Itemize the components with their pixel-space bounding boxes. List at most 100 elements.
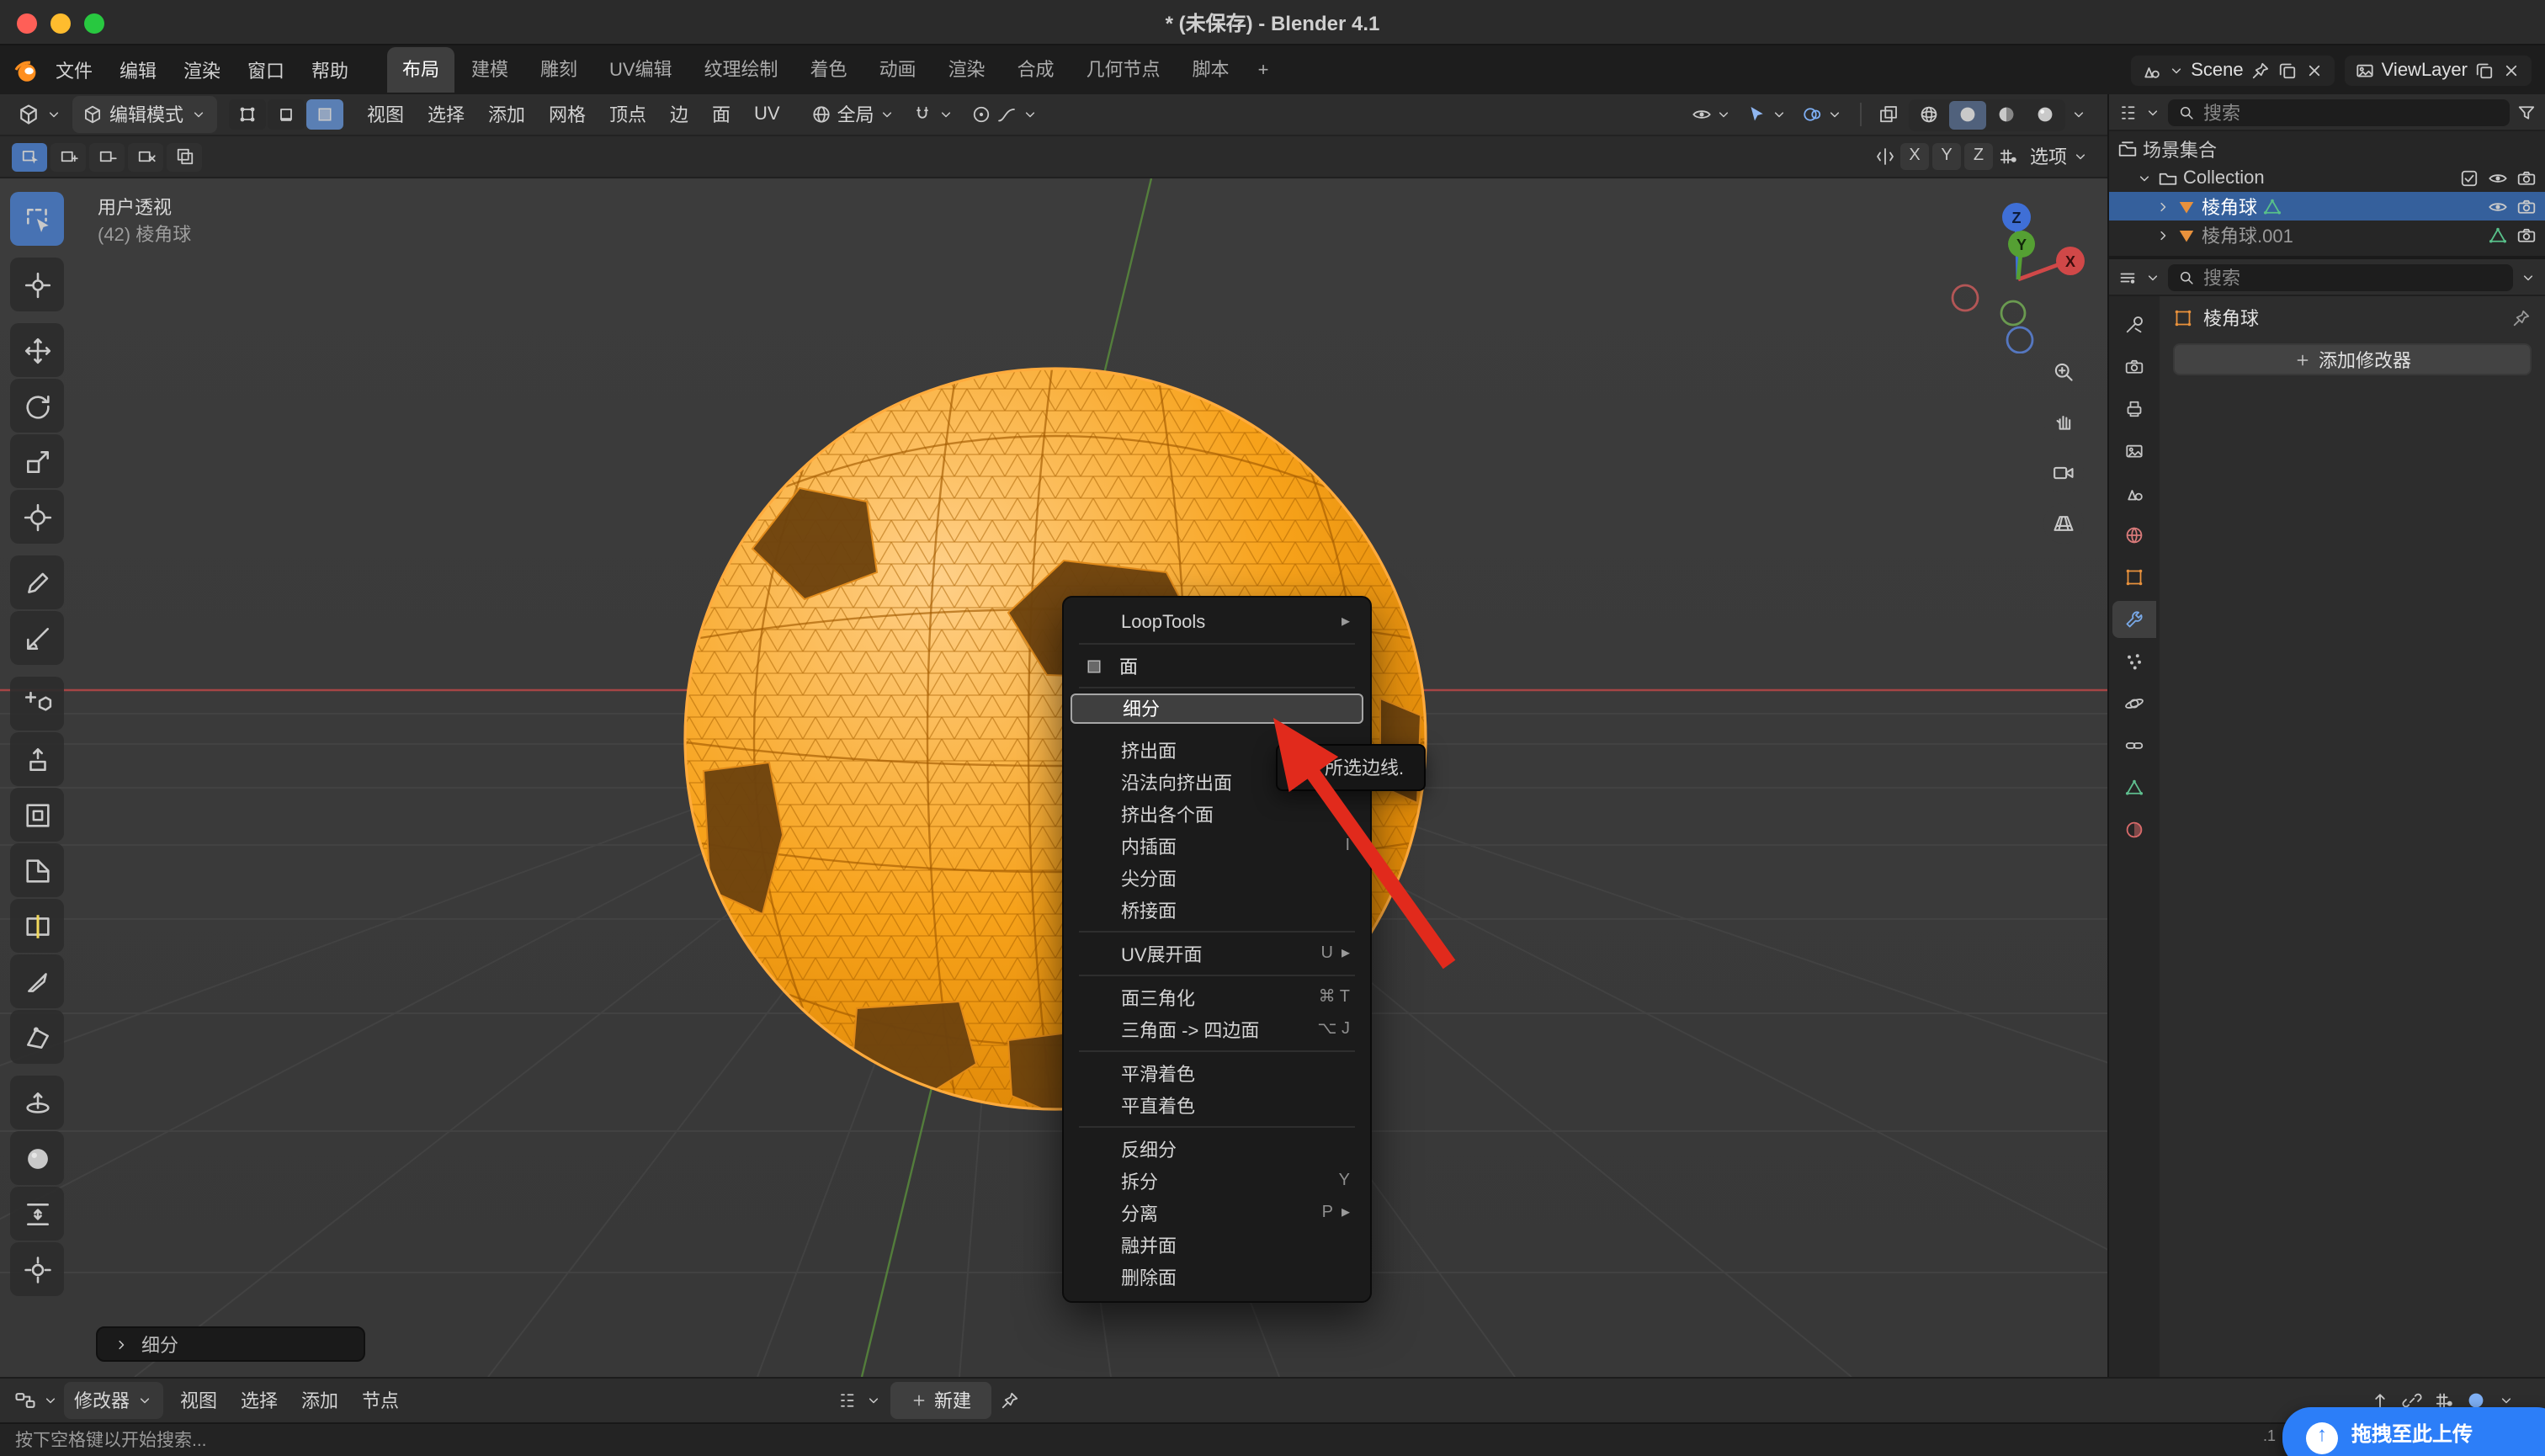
node-editor-menu-3[interactable]: 节点 [350, 1382, 411, 1419]
viewport-menu-3[interactable]: 网格 [537, 96, 598, 133]
properties-tab-render[interactable] [2112, 348, 2156, 385]
ctx-item-25[interactable]: 删除面 [1064, 1261, 1370, 1293]
viewport-menu-7[interactable]: UV [742, 99, 792, 130]
object-visibility-dropdown[interactable] [1687, 101, 1737, 128]
node-editor-menu-2[interactable]: 添加 [290, 1382, 350, 1419]
properties-tab-scene[interactable] [2112, 475, 2156, 512]
gizmo-neg-x[interactable] [1953, 285, 1978, 311]
tool-annotate-button[interactable] [10, 555, 64, 609]
gizmo-neg-y[interactable] [2001, 301, 2025, 325]
transform-orientation-dropdown[interactable]: 全局 [805, 96, 903, 133]
properties-tab-constraints[interactable] [2112, 727, 2156, 764]
viewport-menu-6[interactable]: 面 [700, 96, 742, 133]
gizmos-dropdown[interactable] [1742, 101, 1793, 128]
xray-toggle[interactable] [1873, 101, 1904, 128]
properties-tab-material[interactable] [2112, 811, 2156, 848]
tool-scale-button[interactable] [10, 434, 64, 488]
pin-icon[interactable] [2250, 60, 2271, 80]
upload-button[interactable]: ↑ 拖拽至此上传 [2282, 1407, 2545, 1456]
workspace-tab-1[interactable]: 建模 [456, 47, 523, 93]
close-window-button[interactable] [17, 13, 37, 34]
filter-icon[interactable] [2516, 102, 2537, 122]
tool-transform-button[interactable] [10, 490, 64, 544]
topbar-menu-4[interactable]: 帮助 [298, 51, 362, 88]
properties-editor-icon[interactable] [2117, 267, 2138, 287]
outliner-editor-icon[interactable] [2117, 102, 2138, 122]
tool-edge-slide-button[interactable] [10, 1187, 64, 1241]
tool-cursor3d-button[interactable] [10, 258, 64, 311]
properties-tab-view-layer[interactable] [2112, 433, 2156, 470]
shading-solid-sphere-button[interactable] [1949, 100, 1986, 129]
outliner-row-0[interactable]: 场景集合 [2109, 135, 2545, 163]
face-mode-button[interactable] [306, 99, 343, 130]
shading-render-sphere-button[interactable] [2027, 100, 2064, 129]
node-tree-type-dropdown[interactable]: 修改器 [64, 1382, 163, 1419]
tool-move-button[interactable] [10, 323, 64, 377]
topbar-menu-0[interactable]: 文件 [42, 51, 106, 88]
tool-measure-button[interactable] [10, 611, 64, 665]
ctx-item-11[interactable]: 桥接面 [1064, 894, 1370, 926]
tool-smooth-button[interactable] [10, 1131, 64, 1185]
properties-tab-particles[interactable] [2112, 643, 2156, 680]
close-icon[interactable] [2501, 60, 2521, 80]
viewport-menu-1[interactable]: 选择 [416, 96, 476, 133]
workspace-tab-3[interactable]: UV编辑 [594, 47, 688, 93]
chevron-down-icon[interactable] [2070, 106, 2087, 123]
ctx-item-21[interactable]: 反细分 [1064, 1133, 1370, 1165]
workspace-tab-6[interactable]: 动画 [864, 47, 932, 93]
ctx-item-0[interactable]: LoopTools▸ [1064, 606, 1370, 638]
tool-select-box-button[interactable] [10, 192, 64, 246]
shading-material-sphere-button[interactable] [1988, 100, 2025, 129]
viewlayer-selector[interactable]: ViewLayer [2345, 55, 2532, 85]
zoom-window-button[interactable] [84, 13, 104, 34]
ctx-item-16[interactable]: 三角面 -> 四边面⌥ J [1064, 1013, 1370, 1045]
workspace-tab-5[interactable]: 着色 [795, 47, 863, 93]
ctx-item-4[interactable]: 细分 [1071, 693, 1363, 724]
proportional-edit-dropdown[interactable] [965, 99, 1046, 130]
outliner-row-3[interactable]: 棱角球.001 [2109, 221, 2545, 249]
tool-inset-button[interactable] [10, 788, 64, 842]
workspace-tab-9[interactable]: 几何节点 [1071, 47, 1176, 93]
close-icon[interactable] [2304, 60, 2325, 80]
tool-bevel-button[interactable] [10, 843, 64, 897]
ctx-item-10[interactable]: 尖分面 [1064, 862, 1370, 894]
tool-knife-button[interactable] [10, 954, 64, 1008]
minimize-window-button[interactable] [50, 13, 71, 34]
ortho-toggle-button[interactable] [2043, 503, 2084, 544]
add-workspace-button[interactable]: + [1246, 53, 1281, 87]
chevron-down-icon[interactable] [2498, 1392, 2515, 1409]
properties-tab-data[interactable] [2112, 769, 2156, 806]
sel-new-button[interactable] [12, 142, 47, 171]
ctx-item-23[interactable]: 分离P▸ [1064, 1197, 1370, 1229]
snap-grid-icon[interactable] [1998, 146, 2018, 167]
interaction-mode-dropdown[interactable]: 编辑模式 [72, 96, 217, 133]
properties-tab-world[interactable] [2112, 517, 2156, 554]
ctx-item-8[interactable]: 挤出各个面 [1064, 798, 1370, 830]
ctx-item-24[interactable]: 融并面 [1064, 1229, 1370, 1261]
topbar-menu-2[interactable]: 渲染 [170, 51, 234, 88]
outliner-row-2[interactable]: 棱角球 [2109, 192, 2545, 221]
tool-extrude-button[interactable] [10, 732, 64, 786]
ctx-item-15[interactable]: 面三角化⌘ T [1064, 981, 1370, 1013]
editor-type-dropdown[interactable] [10, 98, 69, 131]
ctx-item-9[interactable]: 内插面I [1064, 830, 1370, 862]
ctx-item-19[interactable]: 平直着色 [1064, 1089, 1370, 1121]
navigation-gizmo[interactable]: Y Z X [1951, 199, 2085, 353]
vertex-mode-button[interactable] [229, 99, 266, 130]
new-node-tree-button[interactable]: 新建 [890, 1382, 991, 1419]
operator-panel[interactable]: 细分 [96, 1326, 365, 1362]
node-editor-menu-0[interactable]: 视图 [168, 1382, 229, 1419]
workspace-tab-10[interactable]: 脚本 [1177, 47, 1245, 93]
add-modifier-button[interactable]: 添加修改器 [2173, 343, 2532, 375]
camera-view-button[interactable] [2043, 453, 2084, 493]
viewport-menu-4[interactable]: 顶点 [598, 96, 658, 133]
outliner-row-1[interactable]: Collection [2109, 163, 2545, 192]
tool-poly-build-button[interactable] [10, 1010, 64, 1064]
pan-button[interactable] [2043, 401, 2084, 441]
workspace-tab-0[interactable]: 布局 [387, 47, 454, 93]
tool-loop-cut-button[interactable] [10, 899, 64, 953]
topbar-menu-1[interactable]: 编辑 [106, 51, 170, 88]
sel-sub-button[interactable] [89, 142, 125, 171]
snapping-dropdown[interactable] [906, 99, 962, 130]
viewport-menu-0[interactable]: 视图 [355, 96, 416, 133]
